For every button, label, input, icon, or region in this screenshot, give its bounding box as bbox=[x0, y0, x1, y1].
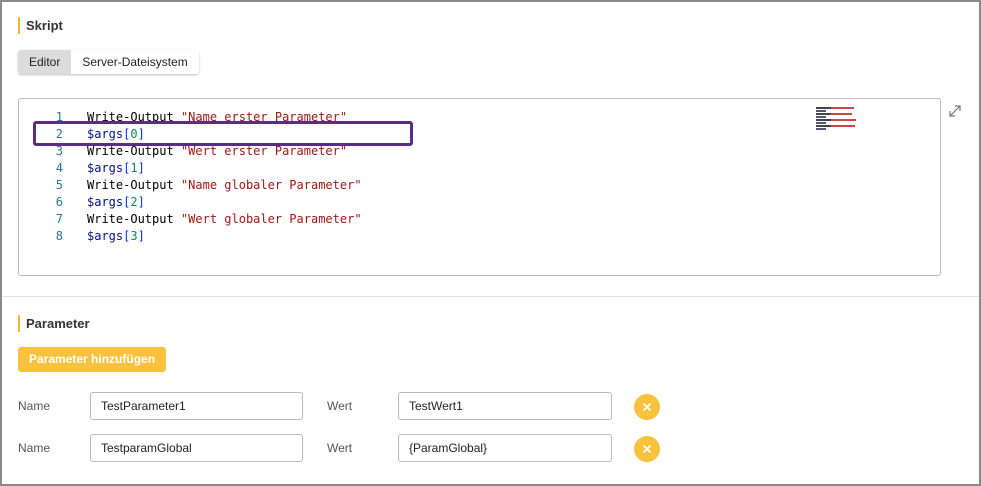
param-name-label: Name bbox=[18, 441, 51, 455]
code-token: "Name globaler Parameter" bbox=[180, 178, 362, 192]
code-text: $args[2] bbox=[87, 194, 145, 211]
code-text: Write-Output "Wert globaler Parameter" bbox=[87, 211, 362, 228]
line-number: 7 bbox=[55, 212, 63, 226]
add-parameter-button[interactable]: Parameter hinzufügen bbox=[18, 347, 167, 372]
line-number: 4 bbox=[55, 161, 63, 175]
parameter-title-text: Parameter bbox=[26, 316, 90, 331]
code-token: $args bbox=[87, 229, 124, 243]
param-value-label: Wert bbox=[327, 441, 353, 455]
code-token: ] bbox=[137, 161, 145, 175]
editor-tabs: Editor Server-Dateisystem bbox=[18, 50, 199, 74]
code-token: Write-Output bbox=[87, 212, 181, 226]
remove-parameter-button[interactable] bbox=[634, 436, 660, 462]
code-line[interactable]: 6 $args[2] bbox=[19, 194, 779, 211]
code-token: $args bbox=[87, 161, 124, 175]
code-token: 2 bbox=[130, 195, 138, 209]
param-name-input[interactable] bbox=[90, 434, 303, 462]
param-value-label: Wert bbox=[327, 399, 353, 413]
code-line[interactable]: 8 $args[3] bbox=[19, 228, 779, 245]
tab-editor[interactable]: Editor bbox=[18, 50, 72, 74]
code-token: ] bbox=[137, 195, 145, 209]
code-token: Write-Output bbox=[87, 178, 181, 192]
code-token: "Wert erster Parameter" bbox=[180, 144, 348, 158]
section-divider bbox=[2, 296, 979, 297]
code-token: 3 bbox=[130, 229, 138, 243]
code-text: $args[1] bbox=[87, 160, 145, 177]
skript-title-text: Skript bbox=[26, 18, 63, 33]
param-name-label: Name bbox=[18, 399, 51, 413]
tab-server-dateisystem[interactable]: Server-Dateisystem bbox=[71, 50, 199, 74]
code-minimap[interactable] bbox=[816, 107, 856, 131]
line-number: 8 bbox=[55, 229, 63, 243]
code-text: Write-Output "Name globaler Parameter" bbox=[87, 177, 362, 194]
remove-parameter-button[interactable] bbox=[634, 394, 660, 420]
skript-section-title: Skript bbox=[18, 17, 63, 34]
code-line[interactable]: 7 Write-Output "Wert globaler Parameter" bbox=[19, 211, 779, 228]
code-text: $args[3] bbox=[87, 228, 145, 245]
code-token: "Wert globaler Parameter" bbox=[180, 212, 362, 226]
close-icon bbox=[642, 402, 652, 412]
section-accent-bar bbox=[18, 315, 20, 332]
param-value-input[interactable] bbox=[398, 392, 612, 420]
param-value-input[interactable] bbox=[398, 434, 612, 462]
highlighted-line-box bbox=[33, 121, 413, 146]
code-line[interactable]: 4 $args[1] bbox=[19, 160, 779, 177]
code-line[interactable]: 5 Write-Output "Name globaler Parameter" bbox=[19, 177, 779, 194]
expand-icon[interactable] bbox=[948, 104, 962, 118]
code-token: Write-Output bbox=[87, 144, 181, 158]
code-token: 1 bbox=[130, 161, 138, 175]
line-number: 6 bbox=[55, 195, 63, 209]
code-token: $args bbox=[87, 195, 124, 209]
section-accent-bar bbox=[18, 17, 20, 34]
line-number: 5 bbox=[55, 178, 63, 192]
code-token: ] bbox=[137, 229, 145, 243]
parameter-section-title: Parameter bbox=[18, 315, 90, 332]
param-name-input[interactable] bbox=[90, 392, 303, 420]
close-icon bbox=[642, 444, 652, 454]
